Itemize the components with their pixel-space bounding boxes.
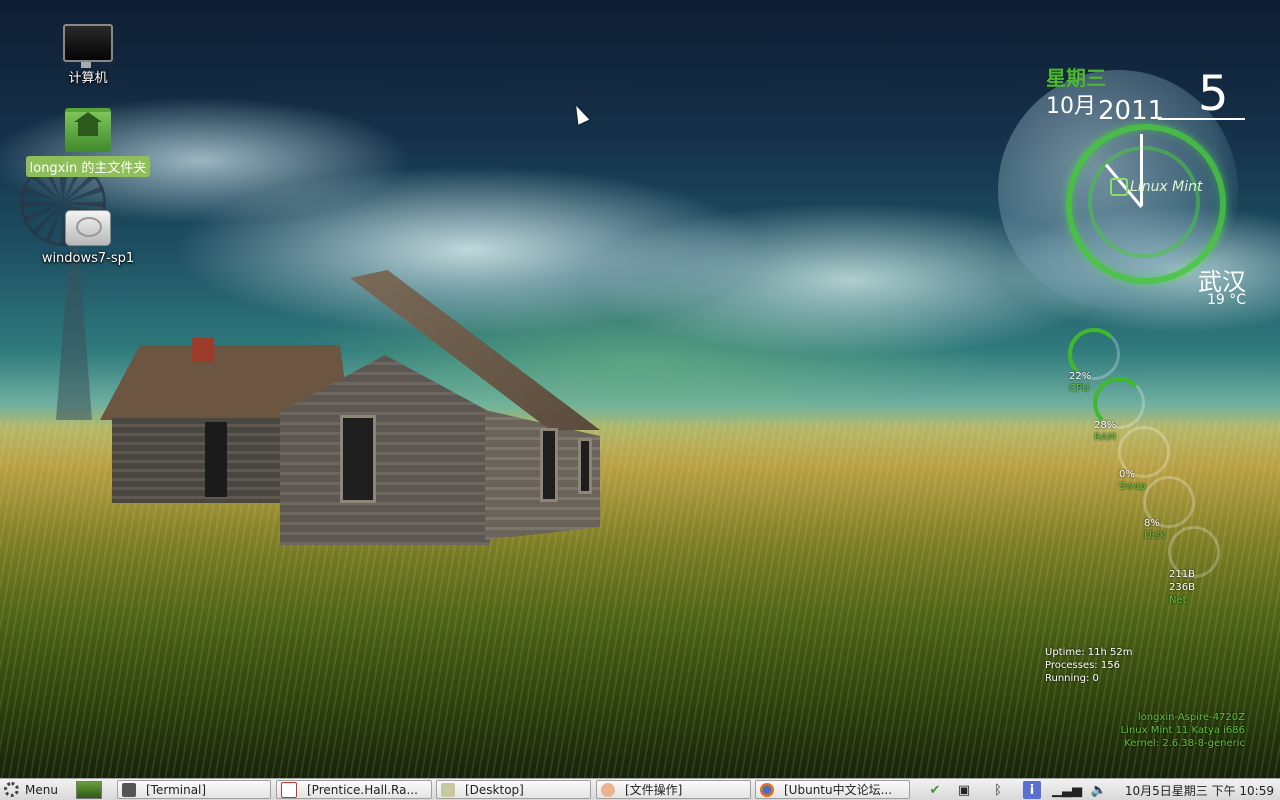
task-document[interactable]: [文件操作] [596,780,751,799]
barn-graphic [100,270,610,555]
folder-icon [441,782,455,797]
volume-icon[interactable]: 🔈 [1090,781,1108,799]
net-up-value: 211B [1169,569,1195,580]
info-icon[interactable]: i [1023,781,1041,799]
swap-label: Swap [1119,481,1147,492]
show-desktop-button[interactable] [76,781,102,799]
weather-temperature: 19 °C [1206,292,1246,308]
desktop-icon-home-folder[interactable]: longxin 的主文件夹 [23,108,153,177]
ram-label: RAM [1094,432,1117,443]
swap-value: 0% [1119,469,1135,480]
disk-label: Disk [1144,530,1166,541]
mint-logo-icon [1110,178,1128,196]
task-label: [文件操作] [625,783,683,797]
task-pdf[interactable]: [Prentice.Hall.Ra... [276,780,432,799]
clock-widget: 星期三 10月 2011 5 Linux Mint 武汉 19 °C [1040,62,1260,322]
pdf-icon [281,781,297,798]
taskbar: Menu [Terminal] [Prentice.Hall.Ra... [De… [0,778,1280,800]
processes-text: Processes: 156 [1045,660,1120,671]
update-shield-icon[interactable]: ✔ [926,781,944,799]
drive-icon [65,210,111,246]
clock-divider [1158,118,1245,120]
task-desktop-folder[interactable]: [Desktop] [436,780,591,799]
terminal-icon [122,782,136,797]
net-down-value: 236B [1169,582,1195,593]
network-signal-icon[interactable]: ▁▃▅ [1052,781,1082,799]
system-info: longxin-Aspire-4720Z Linux Mint 11 Katya… [1121,711,1245,750]
windmill-graphic [20,160,110,420]
kernel-text: Kernel: 2.6.38-8-generic [1124,738,1245,749]
clock-month: 10月 [1046,94,1096,119]
cpu-value: 22% [1069,371,1092,382]
clipboard-icon[interactable]: ▣ [955,781,973,799]
process-stats: Uptime: 11h 52m Processes: 156 Running: … [1045,646,1133,685]
task-label: [Prentice.Hall.Ra... [307,782,418,797]
task-label: [Desktop] [465,782,524,797]
home-folder-icon [65,108,111,152]
running-text: Running: 0 [1045,673,1099,684]
task-label: [Ubuntu中文论坛... [784,783,893,797]
desktop-icon-label: 计算机 [68,71,108,86]
uptime-text: Uptime: 11h 52m [1045,647,1133,658]
analog-clock-inner-ring [1088,146,1200,258]
task-firefox[interactable]: [Ubuntu中文论坛... [755,780,910,799]
clock-day: 5 [1198,66,1229,122]
firefox-icon [760,782,774,797]
gear-icon [4,782,19,797]
distro-text: Linux Mint 11 Katya i686 [1120,725,1245,736]
net-label: Net [1169,595,1187,606]
desktop-icon-label: windows7-sp1 [41,251,135,266]
desktop-icon-drive[interactable]: windows7-sp1 [23,210,153,267]
menu-button[interactable]: Menu [4,780,58,799]
clock-year: 2011 [1098,96,1165,126]
disk-value: 8% [1144,518,1160,529]
menu-label: Menu [25,782,58,797]
hostname-text: longxin-Aspire-4720Z [1137,712,1245,723]
desktop-icon-computer[interactable]: 计算机 [23,24,153,87]
computer-icon [63,24,113,68]
document-icon [601,782,615,797]
task-terminal[interactable]: [Terminal] [117,780,271,799]
taskbar-clock[interactable]: 10月5日星期三 下午 10:59 [1125,782,1274,799]
clock-weekday: 星期三 [1046,66,1106,90]
linux-mint-logo: Linux Mint [1110,178,1203,196]
desktop-icon-label: longxin 的主文件夹 [25,156,151,177]
bluetooth-icon[interactable]: ᛒ [989,781,1007,799]
cpu-label: CPU [1069,383,1090,394]
ram-value: 28% [1094,420,1117,431]
task-label: [Terminal] [146,782,207,797]
